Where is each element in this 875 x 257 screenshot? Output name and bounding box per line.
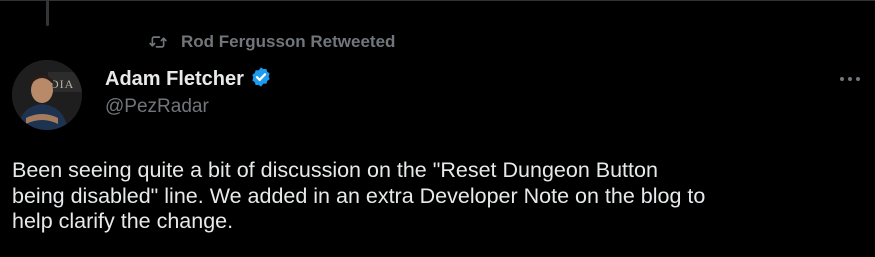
avatar-logo-text: DIA	[50, 77, 74, 91]
author-handle[interactable]: @PezRadar	[105, 96, 272, 118]
avatar[interactable]: DIA	[12, 60, 82, 130]
author-display-name[interactable]: Adam Fletcher	[105, 68, 244, 91]
more-options-button[interactable]	[836, 70, 864, 86]
retweet-context[interactable]: Rod Fergusson Retweeted	[148, 31, 395, 53]
tweet-text: Been seeing quite a bit of discussion on…	[12, 158, 706, 233]
top-divider	[0, 0, 875, 1]
author-name-row: Adam Fletcher	[105, 66, 272, 92]
thread-connector-line	[46, 0, 49, 26]
tweet-header: Adam Fletcher @PezRadar	[105, 66, 272, 118]
verified-badge-icon	[250, 66, 272, 93]
more-horizontal-icon	[838, 69, 862, 87]
retweet-icon	[148, 33, 168, 51]
retweet-label: Rod Fergusson Retweeted	[181, 32, 396, 51]
